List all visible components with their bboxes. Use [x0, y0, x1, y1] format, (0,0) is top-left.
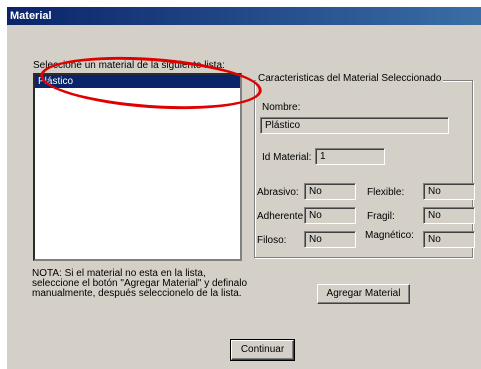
continue-button[interactable]: Continuar [230, 339, 295, 361]
magnetico-field: No [423, 231, 475, 248]
fragil-field: No [423, 207, 475, 224]
filoso-label: Filoso: [257, 235, 287, 246]
fragil-label: Fragil: [367, 211, 395, 222]
list-item-plastico[interactable]: Plástico [35, 75, 240, 88]
list-label: Seleccione un material de la siguiente l… [33, 60, 225, 71]
flexible-field: No [423, 183, 475, 200]
adherente-label: Adherente: [257, 211, 306, 222]
material-listbox[interactable]: Plástico [33, 73, 242, 261]
filoso-field: No [304, 231, 356, 248]
group-title: Caracteristicas del Material Seleccionad… [256, 73, 444, 84]
note-text: NOTA: Si el material no esta en la lista… [32, 268, 247, 299]
name-field: Plástico [260, 117, 449, 134]
abrasivo-field: No [304, 183, 356, 200]
name-label: Nombre: [262, 102, 301, 113]
id-label: Id Material: [262, 152, 312, 163]
adherente-field: No [304, 207, 356, 224]
id-field: 1 [315, 148, 385, 165]
magnetico-label: Magnético: [365, 230, 414, 241]
material-dialog: Material Seleccione un material de la si… [7, 7, 481, 369]
abrasivo-label: Abrasivo: [257, 187, 299, 198]
window-title: Material [7, 7, 481, 25]
flexible-label: Flexible: [367, 187, 405, 198]
add-material-button[interactable]: Agregar Material [317, 284, 410, 304]
